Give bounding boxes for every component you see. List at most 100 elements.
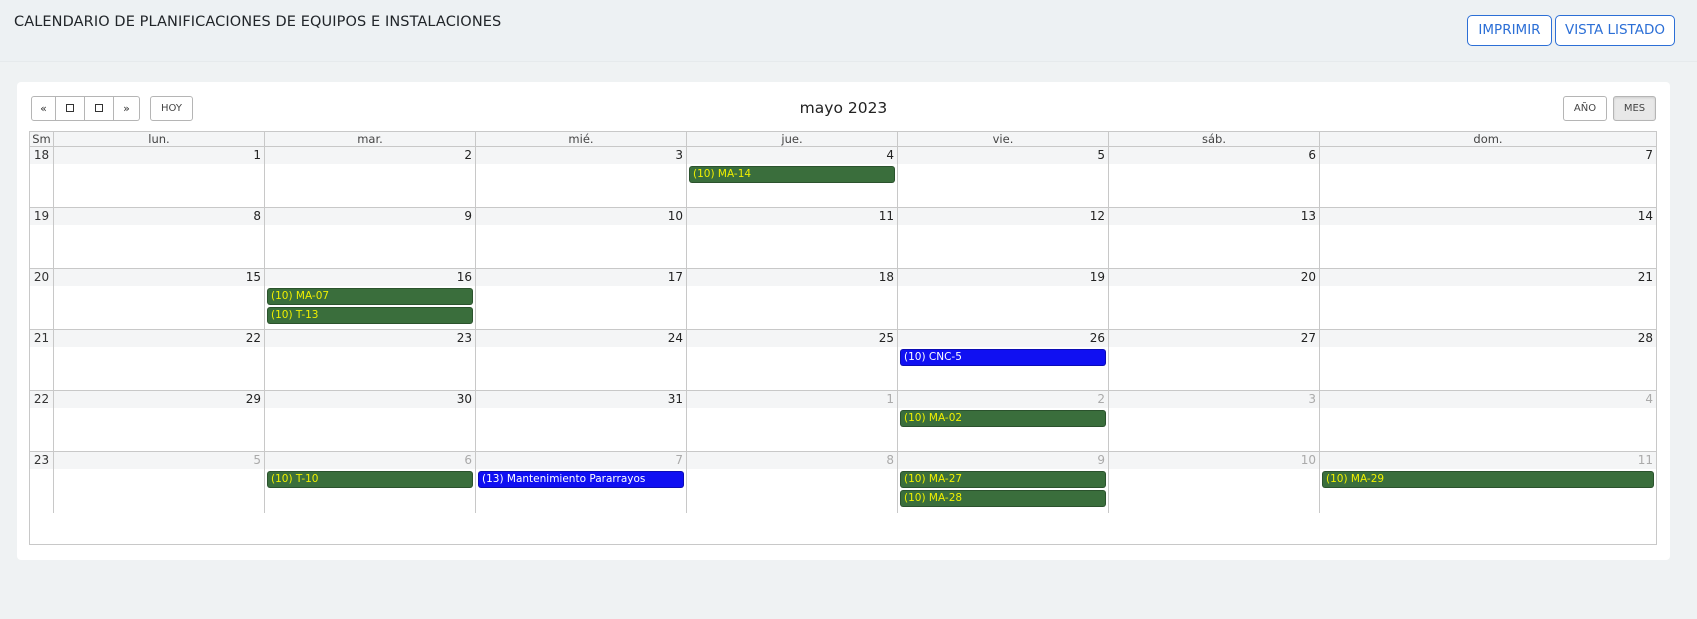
day-number[interactable]: 14	[1638, 209, 1653, 223]
list-view-button[interactable]: VISTA LISTADO	[1555, 15, 1675, 46]
day-cell[interactable]: 1	[686, 391, 897, 451]
print-button[interactable]: IMPRIMIR	[1467, 15, 1552, 46]
day-cell[interactable]: 4 (10) MA-14	[686, 147, 897, 207]
day-cell[interactable]: 8	[53, 208, 264, 268]
day-cell[interactable]: 17	[475, 269, 686, 329]
day-cell[interactable]: 4	[1319, 391, 1656, 451]
day-cell[interactable]: 25	[686, 330, 897, 390]
day-cell[interactable]: 6 (10) T-10	[264, 452, 475, 513]
day-number[interactable]: 16	[457, 270, 472, 284]
day-cell[interactable]: 7	[1319, 147, 1656, 207]
day-number[interactable]: 19	[1090, 270, 1105, 284]
day-number[interactable]: 22	[246, 331, 261, 345]
day-cell[interactable]: 7 (13) Mantenimiento Pararrayos	[475, 452, 686, 513]
calendar-event[interactable]: (10) MA-28	[900, 490, 1106, 507]
year-view-button[interactable]: AÑO	[1563, 96, 1607, 121]
calendar-event[interactable]: (10) MA-29	[1322, 471, 1654, 488]
day-cell[interactable]: 9	[264, 208, 475, 268]
day-cell[interactable]: 29	[53, 391, 264, 451]
day-cell[interactable]: 24	[475, 330, 686, 390]
day-number[interactable]: 26	[1090, 331, 1105, 345]
calendar-event[interactable]: (10) T-13	[267, 307, 473, 324]
calendar-event[interactable]: (10) MA-27	[900, 471, 1106, 488]
day-cell[interactable]: 15	[53, 269, 264, 329]
day-number[interactable]: 11	[879, 209, 894, 223]
day-number[interactable]: 13	[1301, 209, 1316, 223]
day-cell[interactable]: 10	[1108, 452, 1319, 513]
day-number[interactable]: 4	[886, 148, 894, 162]
day-cell[interactable]: 11	[686, 208, 897, 268]
day-number[interactable]: 20	[1301, 270, 1316, 284]
day-cell[interactable]: 13	[1108, 208, 1319, 268]
day-number[interactable]: 18	[879, 270, 894, 284]
day-cell[interactable]: 21	[1319, 269, 1656, 329]
day-cell[interactable]: 19	[897, 269, 1108, 329]
day-cell[interactable]: 31	[475, 391, 686, 451]
day-cell[interactable]: 28	[1319, 330, 1656, 390]
month-view-button[interactable]: MES	[1613, 96, 1656, 121]
day-cell[interactable]: 18	[686, 269, 897, 329]
day-number[interactable]: 4	[1645, 392, 1653, 406]
day-cell[interactable]: 26 (10) CNC-5	[897, 330, 1108, 390]
day-cell[interactable]: 5	[897, 147, 1108, 207]
day-cell[interactable]: 22	[53, 330, 264, 390]
day-number[interactable]: 1	[253, 148, 261, 162]
day-cell[interactable]: 14	[1319, 208, 1656, 268]
day-number[interactable]: 2	[464, 148, 472, 162]
day-number[interactable]: 2	[1097, 392, 1105, 406]
day-number[interactable]: 11	[1638, 453, 1653, 467]
day-number[interactable]: 3	[675, 148, 683, 162]
day-number[interactable]: 5	[1097, 148, 1105, 162]
day-cell[interactable]: 9 (10) MA-27 (10) MA-28	[897, 452, 1108, 513]
day-cell[interactable]: 11 (10) MA-29	[1319, 452, 1656, 513]
day-number[interactable]: 17	[668, 270, 683, 284]
day-number[interactable]: 23	[457, 331, 472, 345]
day-cell[interactable]: 6	[1108, 147, 1319, 207]
calendar-event[interactable]: (13) Mantenimiento Pararrayos	[478, 471, 684, 488]
day-number[interactable]: 1	[886, 392, 894, 406]
day-number[interactable]: 3	[1308, 392, 1316, 406]
calendar-event[interactable]: (10) CNC-5	[900, 349, 1106, 366]
day-number[interactable]: 7	[675, 453, 683, 467]
day-number[interactable]: 8	[253, 209, 261, 223]
day-number[interactable]: 8	[886, 453, 894, 467]
day-cell[interactable]: 20	[1108, 269, 1319, 329]
day-number[interactable]: 31	[668, 392, 683, 406]
day-number[interactable]: 9	[464, 209, 472, 223]
day-number[interactable]: 5	[253, 453, 261, 467]
day-number[interactable]: 27	[1301, 331, 1316, 345]
day-number[interactable]: 10	[668, 209, 683, 223]
day-cell[interactable]: 3	[1108, 391, 1319, 451]
day-number[interactable]: 6	[464, 453, 472, 467]
day-number[interactable]: 15	[246, 270, 261, 284]
day-number[interactable]: 7	[1645, 148, 1653, 162]
day-number[interactable]: 24	[668, 331, 683, 345]
day-cell[interactable]: 23	[264, 330, 475, 390]
day-number[interactable]: 25	[879, 331, 894, 345]
day-number[interactable]: 6	[1308, 148, 1316, 162]
day-cell[interactable]: 27	[1108, 330, 1319, 390]
day-number[interactable]: 30	[457, 392, 472, 406]
page-title: CALENDARIO DE PLANIFICACIONES DE EQUIPOS…	[14, 14, 502, 30]
day-cell[interactable]: 2	[264, 147, 475, 207]
day-cell[interactable]: 8	[686, 452, 897, 513]
calendar-event[interactable]: (10) MA-02	[900, 410, 1106, 427]
day-cell[interactable]: 12	[897, 208, 1108, 268]
day-cell[interactable]: 16 (10) MA-07 (10) T-13	[264, 269, 475, 329]
calendar-event[interactable]: (10) MA-14	[689, 166, 895, 183]
day-number[interactable]: 21	[1638, 270, 1653, 284]
day-cell[interactable]: 1	[53, 147, 264, 207]
day-cell[interactable]: 2 (10) MA-02	[897, 391, 1108, 451]
day-cell[interactable]: 10	[475, 208, 686, 268]
day-number[interactable]: 9	[1097, 453, 1105, 467]
day-number[interactable]: 10	[1301, 453, 1316, 467]
day-cell[interactable]: 5	[53, 452, 264, 513]
calendar-event[interactable]: (10) MA-07	[267, 288, 473, 305]
calendar-event[interactable]: (10) T-10	[267, 471, 473, 488]
day-cell[interactable]: 3	[475, 147, 686, 207]
day-number[interactable]: 28	[1638, 331, 1653, 345]
day-cell[interactable]: 30	[264, 391, 475, 451]
day-number[interactable]: 29	[246, 392, 261, 406]
day-number[interactable]: 12	[1090, 209, 1105, 223]
day-cell-header: 1	[687, 391, 897, 408]
